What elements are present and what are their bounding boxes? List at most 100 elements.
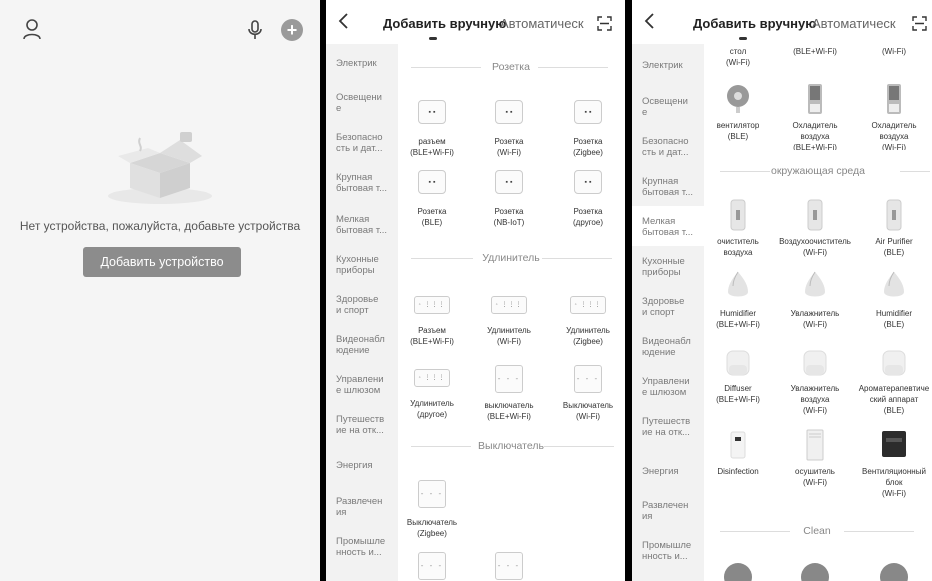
add-icon[interactable]: + (281, 19, 303, 41)
tab-indicator (739, 37, 747, 40)
sidebar-item[interactable]: Мелкая бытовая т... (642, 216, 702, 238)
sidebar-item[interactable]: Крупная бытовая т... (336, 172, 396, 194)
sidebar-item[interactable]: Управлени е шлюзом (336, 374, 396, 396)
sidebar-item[interactable]: Крупная бытовая т... (642, 176, 702, 198)
back-icon[interactable] (644, 13, 656, 29)
sidebar-item[interactable]: Промышле нность и... (642, 540, 702, 562)
scan-icon[interactable] (597, 16, 612, 31)
power-strip-icon: ◦ ⋮⋮⋮ (414, 296, 450, 314)
device-label: Розетка (Wi-Fi) (494, 137, 524, 157)
device-item[interactable]: очиститель воздуха (BLE+Wi-Fi) (698, 198, 778, 258)
device-item[interactable]: Air Purifier (BLE) (854, 198, 932, 258)
sidebar-item[interactable]: Кухонные приборы (642, 256, 702, 278)
device-item[interactable]: - - - выключатель (BLE+Wi-Fi) (469, 365, 549, 422)
socket-icon: ▪ ▪ (418, 170, 446, 194)
socket-icon: ▪ ▪ (574, 170, 602, 194)
socket-icon: ▪ ▪ (495, 170, 523, 194)
device-item[interactable]: Увлажнитель (Wi-Fi) (775, 270, 855, 330)
sidebar-item[interactable]: Энергия (642, 466, 702, 477)
device-label: Удлинитель (другое) (410, 399, 454, 419)
device-item[interactable]: ▪ ▪ Розетка (BLE) (392, 170, 472, 228)
device-item[interactable]: Ароматерапевтиче ский аппарат (BLE) (854, 345, 932, 416)
humidifier-icon (805, 271, 825, 297)
disinfection-icon (730, 431, 746, 459)
device-item[interactable]: Вентиляционный блок (Wi-Fi) (854, 428, 932, 499)
device-label: Удлинитель (Zigbee) (566, 326, 610, 346)
device-item[interactable]: осушитель (Wi-Fi) (775, 428, 855, 488)
device-item[interactable]: стол (Wi-Fi) (698, 46, 778, 68)
device-item[interactable]: ▪ ▪ Розетка (Zigbee) (548, 100, 625, 158)
device-item[interactable]: Diffuser (BLE+Wi-Fi) (698, 345, 778, 405)
sidebar-item[interactable]: Здоровье и спорт (642, 296, 702, 318)
device-item[interactable]: ◦ ⋮⋮⋮ Разъем (BLE+Wi-Fi) (392, 292, 472, 347)
fan-icon (727, 85, 749, 113)
switch-icon: - - - (418, 480, 446, 508)
device-item[interactable]: - - - Выключатель (Wi-Fi) (548, 365, 625, 422)
sidebar-item[interactable]: Освещени е (642, 96, 702, 118)
device-item[interactable]: вентилятор (BLE) (698, 82, 778, 142)
tab-auto[interactable]: Автоматическ (812, 16, 896, 31)
sidebar-item[interactable]: Безопасно сть и дат... (336, 132, 396, 154)
device-label: Вентиляционный блок (Wi-Fi) (862, 467, 926, 498)
sidebar-item[interactable]: Управлени е шлюзом (642, 376, 702, 398)
device-item[interactable]: Humidifier (BLE) (854, 270, 932, 330)
humidifier-icon (728, 271, 748, 297)
device-item[interactable]: Disinfection (698, 428, 778, 477)
add-device-button[interactable]: Добавить устройство (83, 247, 241, 277)
header: Добавить вручную Автоматическ (632, 0, 932, 44)
sidebar-item[interactable]: Здоровье и спорт (336, 294, 396, 316)
humidifier-icon (884, 271, 904, 297)
sidebar-item[interactable]: Путешеств ие на отк... (642, 416, 702, 438)
microphone-icon[interactable] (247, 19, 263, 41)
sidebar-item[interactable]: Путешеств ие на отк... (336, 414, 396, 436)
device-label: разъем (BLE+Wi-Fi) (410, 137, 454, 157)
sidebar-item[interactable]: Электрик (336, 58, 396, 69)
device-item[interactable]: Охладитель воздуха (BLE+Wi-Fi) (775, 82, 855, 150)
user-icon[interactable] (22, 18, 42, 40)
sidebar-item[interactable]: Видеонабл юдение (336, 334, 396, 356)
category-sidebar: Электрик Освещени е Безопасно сть и дат...… (632, 44, 704, 581)
device-item[interactable]: ▪ ▪ разъем (BLE+Wi-Fi) (392, 100, 472, 158)
tab-indicator (429, 37, 437, 40)
device-label: Выключатель (Wi-Fi) (562, 401, 614, 421)
device-item[interactable]: (Wi-Fi) (854, 46, 932, 57)
device-label: (Wi-Fi) (882, 47, 906, 56)
device-item[interactable]: ▪ ▪ Розетка (другое) (548, 170, 625, 228)
home-top-bar: + (0, 0, 320, 60)
device-item[interactable]: Humidifier (BLE+Wi-Fi) (698, 270, 778, 330)
air-cooler-icon (808, 84, 822, 114)
sidebar-item[interactable]: Развлечен ия (336, 496, 396, 518)
scan-icon[interactable] (912, 16, 927, 31)
sidebar-item[interactable]: Видеонабл юдение (642, 336, 702, 358)
sidebar-item[interactable]: Развлечен ия (642, 500, 702, 522)
sidebar-item[interactable]: Кухонные приборы (336, 254, 396, 276)
robot-vacuum-icon (801, 563, 829, 581)
device-item[interactable]: ◦ ⋮⋮⋮ Удлинитель (Zigbee) (548, 292, 625, 347)
sidebar-item[interactable]: Освещени е (336, 92, 396, 114)
device-item[interactable]: Воздухоочиститель (Wi-Fi) (775, 198, 855, 258)
device-item[interactable]: Охладитель воздуха (Wi-Fi) (854, 82, 932, 150)
tab-manual[interactable]: Добавить вручную (383, 16, 506, 31)
sidebar-item[interactable]: Безопасно сть и дат... (642, 136, 702, 158)
sidebar-item[interactable]: Электрик (642, 60, 702, 71)
section-divider (844, 531, 914, 532)
device-item[interactable]: Увлажнитель воздуха (Wi-Fi) (775, 345, 855, 416)
power-strip-icon: ◦ ⋮⋮⋮ (414, 369, 450, 387)
dehumidifier-icon (806, 429, 824, 461)
back-icon[interactable] (338, 13, 350, 29)
device-item[interactable]: ◦ ⋮⋮⋮ Удлинитель (Wi-Fi) (469, 292, 549, 347)
switch-icon: - - - (574, 365, 602, 393)
device-item[interactable]: ◦ ⋮⋮⋮ Удлинитель (другое) (392, 365, 472, 420)
device-item[interactable]: ▪ ▪ Розетка (Wi-Fi) (469, 100, 549, 158)
device-label: Розетка (NB-IoT) (493, 207, 525, 227)
device-item[interactable]: - - - Выключатель (Zigbee) (392, 480, 472, 539)
tab-auto[interactable]: Автоматическ (500, 16, 584, 31)
section-divider (720, 531, 790, 532)
sidebar-item[interactable]: Энергия (336, 460, 396, 471)
device-item[interactable]: (BLE+Wi-Fi) (775, 46, 855, 57)
power-strip-icon: ◦ ⋮⋮⋮ (570, 296, 606, 314)
tab-manual[interactable]: Добавить вручную (693, 16, 816, 31)
sidebar-item[interactable]: Промышле нность и... (336, 536, 396, 558)
device-item[interactable]: ▪ ▪ Розетка (NB-IoT) (469, 170, 549, 228)
sidebar-item[interactable]: Мелкая бытовая т... (336, 214, 396, 236)
